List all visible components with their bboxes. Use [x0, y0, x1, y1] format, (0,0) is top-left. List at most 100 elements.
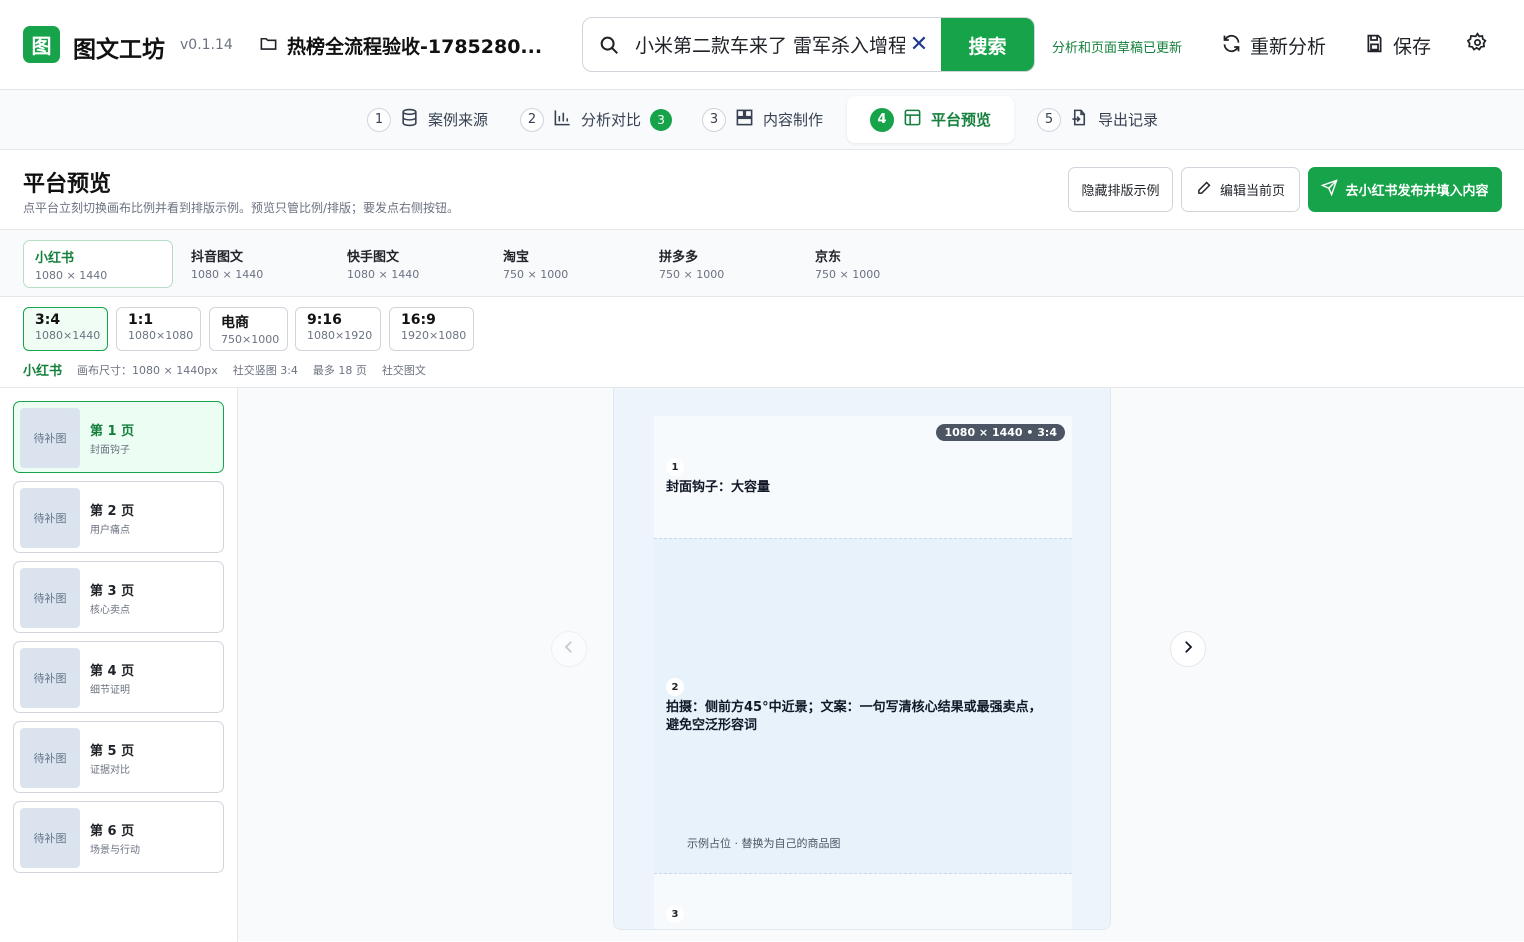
- chevron-right-icon: [1179, 638, 1197, 660]
- folder-icon: [259, 34, 278, 58]
- page-item[interactable]: 待补图 第 3 页 核心卖点: [13, 561, 224, 633]
- ratio-chip-16-9[interactable]: 16:9 1920×1080: [389, 307, 474, 351]
- reanalyze-button[interactable]: 重新分析: [1221, 32, 1326, 59]
- panel-icon: [903, 108, 922, 131]
- page-thumbnail: 待补图: [20, 648, 80, 708]
- platform-name: 小红书: [35, 251, 75, 266]
- count-badge: 3: [650, 108, 673, 131]
- step-case-source[interactable]: 1 案例来源: [367, 96, 488, 143]
- ratio-name: 3:4: [35, 312, 61, 328]
- page-item[interactable]: 待补图 第 4 页 细节证明: [13, 641, 224, 713]
- meta-kind: 社交图文: [381, 363, 426, 377]
- step-number: 5: [1037, 107, 1061, 132]
- page-item-desc: 细节证明: [90, 685, 130, 696]
- page-item-desc: 场景与行动: [90, 845, 140, 856]
- clear-icon[interactable]: ✕: [905, 32, 933, 57]
- canvas-dimension-badge: 1080 × 1440 • 3:4: [936, 424, 1065, 441]
- step-label: 案例来源: [428, 111, 489, 129]
- search-input[interactable]: [635, 33, 905, 56]
- page-thumbnail: 待补图: [20, 728, 80, 788]
- meta-platform: 小红书: [23, 364, 63, 379]
- send-icon: [1320, 179, 1339, 200]
- platform-tab-pinduoduo[interactable]: 拼多多 750 × 1000: [648, 240, 798, 288]
- database-icon: [400, 108, 419, 131]
- platform-name: 京东: [815, 250, 842, 265]
- cover-hook-text: 封面钩子：大容量: [666, 480, 771, 495]
- step-label: 分析对比: [581, 111, 642, 129]
- prev-page-button[interactable]: [551, 631, 587, 667]
- workflow-steps: 1 案例来源 2 分析对比 3 3 内容制作 4 平台预览 5 导出记录: [0, 90, 1524, 150]
- hide-examples-button[interactable]: 隐藏排版示例: [1068, 167, 1173, 212]
- app-header: 图 图文工坊 v0.1.14 热榜全流程验收-1785280... ✕ 搜索 分…: [0, 0, 1524, 90]
- page-item-title: 第 6 页: [90, 824, 135, 839]
- save-label: 保存: [1393, 36, 1432, 58]
- page-thumbnail: 待补图: [20, 808, 80, 868]
- step-analysis[interactable]: 2 分析对比 3: [520, 96, 673, 143]
- block-number: 2: [666, 678, 684, 696]
- block-number: 3: [666, 905, 684, 923]
- step-label: 导出记录: [1098, 111, 1159, 129]
- step-export[interactable]: 5 导出记录: [1037, 96, 1158, 143]
- page-item-title: 第 1 页: [90, 424, 135, 439]
- platform-tab-jd[interactable]: 京东 750 × 1000: [804, 240, 954, 288]
- page-item-desc: 封面钩子: [90, 445, 130, 456]
- platform-size: 1080 × 1440: [35, 269, 108, 282]
- app-logo: 图: [23, 26, 60, 63]
- publish-label: 去小红书发布并填入内容: [1345, 184, 1489, 199]
- ratio-name: 9:16: [307, 312, 342, 328]
- page-list: 待补图 第 1 页 封面钩子 待补图 第 2 页 用户痛点 待补图 第 3 页 …: [0, 388, 238, 942]
- platform-name: 淘宝: [503, 250, 530, 265]
- settings-button[interactable]: [1466, 32, 1488, 58]
- page-item-title: 第 2 页: [90, 504, 135, 519]
- ratio-chip-9-16[interactable]: 9:16 1080×1920: [295, 307, 381, 351]
- ratio-chip-ecommerce[interactable]: 电商 750×1000: [209, 307, 288, 351]
- step-label: 平台预览: [931, 111, 992, 129]
- step-platform-preview[interactable]: 4 平台预览: [847, 96, 1015, 143]
- platform-tab-taobao[interactable]: 淘宝 750 × 1000: [492, 240, 642, 288]
- page-thumbnail: 待补图: [20, 408, 80, 468]
- page-item[interactable]: 待补图 第 6 页 场景与行动: [13, 801, 224, 873]
- canvas-meta: 小红书 画布尺寸：1080 × 1440px 社交竖图 3:4 最多 18 页 …: [23, 360, 426, 380]
- ratio-chip-1-1[interactable]: 1:1 1080×1080: [116, 307, 201, 351]
- publish-button[interactable]: 去小红书发布并填入内容: [1308, 167, 1502, 212]
- page-title: 平台预览: [23, 172, 112, 197]
- page-item-desc: 证据对比: [90, 765, 130, 776]
- page-item-title: 第 4 页: [90, 664, 135, 679]
- page-item-desc: 核心卖点: [90, 605, 130, 616]
- block-number: 1: [666, 458, 684, 476]
- platform-size: 750 × 1000: [815, 268, 881, 281]
- export-icon: [1070, 108, 1089, 131]
- platform-tab-douyin[interactable]: 抖音图文 1080 × 1440: [180, 240, 330, 288]
- preview-workspace: 待补图 第 1 页 封面钩子 待补图 第 2 页 用户痛点 待补图 第 3 页 …: [0, 387, 1524, 942]
- page-description: 点平台立刻切换画布比例并看到排版示例。预览只管比例/排版；要发点右侧按钮。: [23, 201, 460, 215]
- ratio-size: 750×1000: [221, 333, 280, 346]
- platform-tab-xiaohongshu[interactable]: 小红书 1080 × 1440: [23, 240, 173, 288]
- ratio-name: 电商: [221, 315, 249, 331]
- page-item[interactable]: 待补图 第 2 页 用户痛点: [13, 481, 224, 553]
- pencil-icon: [1196, 179, 1213, 200]
- ratio-size: 1080×1080: [128, 329, 194, 342]
- meta-format: 社交竖图 3:4: [232, 363, 298, 377]
- refresh-icon: [1221, 33, 1242, 59]
- platform-size: 1080 × 1440: [347, 268, 420, 281]
- save-button[interactable]: 保存: [1364, 32, 1431, 59]
- edit-page-label: 编辑当前页: [1219, 184, 1285, 199]
- page-item-title: 第 3 页: [90, 584, 135, 599]
- next-page-button[interactable]: [1170, 631, 1206, 667]
- page-item[interactable]: 待补图 第 1 页 封面钩子: [13, 401, 224, 473]
- search-box: ✕ 搜索: [582, 17, 1035, 72]
- page-item[interactable]: 待补图 第 5 页 证据对比: [13, 721, 224, 793]
- platform-tab-kuaishou[interactable]: 快手图文 1080 × 1440: [336, 240, 486, 288]
- edit-page-button[interactable]: 编辑当前页: [1181, 167, 1300, 212]
- platform-size: 1080 × 1440: [191, 268, 264, 281]
- project-title-button[interactable]: 热榜全流程验收-1785280...: [259, 32, 542, 59]
- step-number: 2: [520, 107, 544, 132]
- step-label: 内容制作: [763, 111, 824, 129]
- step-content[interactable]: 3 内容制作: [702, 96, 823, 143]
- platform-size: 750 × 1000: [659, 268, 725, 281]
- page-thumbnail: 待补图: [20, 488, 80, 548]
- search-button[interactable]: 搜索: [941, 18, 1034, 71]
- reanalyze-label: 重新分析: [1250, 36, 1327, 58]
- save-status: 分析和页面草稿已更新: [1052, 41, 1183, 56]
- ratio-chip-3-4[interactable]: 3:4 1080×1440: [23, 307, 108, 351]
